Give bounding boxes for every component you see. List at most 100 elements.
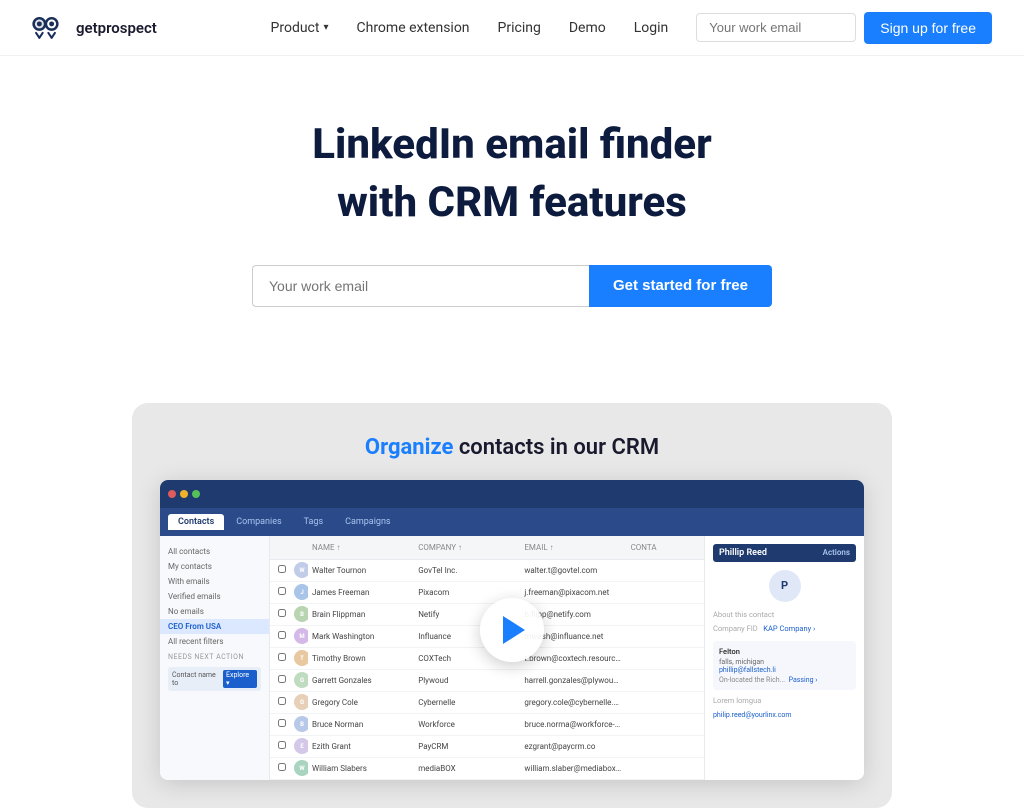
table-row[interactable]: EEzith GrantPayCRMezgrant@paycrm.co bbox=[270, 736, 704, 758]
logo-text: getprospect bbox=[76, 19, 157, 37]
tab-companies[interactable]: Companies bbox=[226, 514, 291, 530]
chevron-down-icon: ▾ bbox=[323, 22, 328, 33]
contact-name: Ezith Grant bbox=[308, 742, 414, 751]
video-section: Organize contacts in our CRM Contacts Co… bbox=[132, 403, 892, 808]
sidebar-all-recent-filters[interactable]: All recent filters bbox=[160, 634, 269, 649]
contact-email: bruce.norma@workforce-usa.com bbox=[520, 720, 626, 729]
panel-linkedin: philip.reed@yourlinx.com bbox=[713, 710, 856, 721]
table-row[interactable]: TTimothy BrownCOXTecht.brown@coxtech.res… bbox=[270, 648, 704, 670]
col-email: EMAIL ↑ bbox=[520, 543, 626, 552]
sidebar-action-widget[interactable]: Contact name to Explore ▾ bbox=[168, 667, 261, 691]
play-button[interactable] bbox=[480, 598, 544, 662]
panel-status-box: Felton falls, michigan phillip@fallstech… bbox=[713, 641, 856, 690]
sidebar-verified-emails[interactable]: Verified emails bbox=[160, 589, 269, 604]
contact-email: walter.t@govtel.com bbox=[520, 566, 626, 575]
contact-company: mediaBOX bbox=[414, 764, 520, 773]
row-checkbox[interactable] bbox=[278, 565, 286, 573]
row-checkbox[interactable] bbox=[278, 741, 286, 749]
outer-container: Organize contacts in our CRM Contacts Co… bbox=[0, 403, 1024, 808]
contact-name: Brain Flippman bbox=[308, 610, 414, 619]
row-checkbox[interactable] bbox=[278, 631, 286, 639]
nav-chrome-extension[interactable]: Chrome extension bbox=[357, 20, 470, 36]
tab-contacts[interactable]: Contacts bbox=[168, 514, 224, 530]
nav-demo[interactable]: Demo bbox=[569, 20, 606, 36]
contact-email: gregory.cole@cybernelle.com bbox=[520, 698, 626, 707]
contact-name: Gregory Cole bbox=[308, 698, 414, 707]
hero-title-line2: with CRM features bbox=[20, 178, 1004, 228]
table-row[interactable]: WWilliam SlabersmediaBOXwilliam.slaber@m… bbox=[270, 758, 704, 780]
crm-top-bar bbox=[160, 480, 864, 508]
contact-email: harrell.gonzales@plywoud.me bbox=[520, 676, 626, 685]
contact-email: j.freeman@pixacom.net bbox=[520, 588, 626, 597]
panel-company-fid: Company FID KAP Company › bbox=[713, 624, 856, 635]
contact-company: Pixacom bbox=[414, 588, 520, 597]
contact-name: Timothy Brown bbox=[308, 654, 414, 663]
table-row[interactable]: JJames FreemanPixacomj.freeman@pixacom.n… bbox=[270, 582, 704, 604]
crm-right-panel: Phillip Reed Actions P About this contac… bbox=[704, 536, 864, 780]
crm-sidebar: All contacts My contacts With emails Ver… bbox=[160, 536, 270, 780]
col-company: COMPANY ↑ bbox=[414, 543, 520, 552]
col-name: NAME ↑ bbox=[308, 543, 414, 552]
contact-email: ezgrant@paycrm.co bbox=[520, 742, 626, 751]
row-checkbox[interactable] bbox=[278, 653, 286, 661]
contact-company: GovTel Inc. bbox=[414, 566, 520, 575]
window-close-dot bbox=[168, 490, 176, 498]
hero-highlight: CRM features bbox=[428, 178, 687, 227]
nav-pricing[interactable]: Pricing bbox=[498, 20, 541, 36]
navbar: getprospect Product ▾ Chrome extension P… bbox=[0, 0, 1024, 56]
nav-links: Product ▾ Chrome extension Pricing Demo … bbox=[271, 20, 669, 36]
contact-company: Plywoud bbox=[414, 676, 520, 685]
logo-area: getprospect bbox=[32, 14, 157, 42]
sidebar-my-contacts[interactable]: My contacts bbox=[160, 559, 269, 574]
row-checkbox[interactable] bbox=[278, 697, 286, 705]
hero-title-line1: LinkedIn email finder bbox=[20, 120, 1004, 170]
nav-login[interactable]: Login bbox=[634, 20, 669, 36]
contact-name: William Slabers bbox=[308, 764, 414, 773]
row-checkbox[interactable] bbox=[278, 587, 286, 595]
contact-name: Garrett Gonzales bbox=[308, 676, 414, 685]
row-checkbox[interactable] bbox=[278, 763, 286, 771]
sidebar-no-emails[interactable]: No emails bbox=[160, 604, 269, 619]
crm-table-header: NAME ↑ COMPANY ↑ EMAIL ↑ CONTA bbox=[270, 536, 704, 560]
avatar: W bbox=[294, 760, 308, 776]
sidebar-all-contacts[interactable]: All contacts bbox=[160, 544, 269, 559]
crm-table-area: NAME ↑ COMPANY ↑ EMAIL ↑ CONTA WWalter T… bbox=[270, 536, 704, 780]
tab-tags[interactable]: Tags bbox=[294, 514, 333, 530]
row-checkbox[interactable] bbox=[278, 609, 286, 617]
table-row[interactable]: BBruce NormanWorkforcebruce.norma@workfo… bbox=[270, 714, 704, 736]
avatar: E bbox=[294, 738, 308, 754]
sidebar-section-label: Needs next action bbox=[160, 649, 269, 663]
table-row[interactable]: WWalter TournonGovTel Inc.walter.t@govte… bbox=[270, 560, 704, 582]
panel-actions[interactable]: Actions bbox=[823, 548, 850, 558]
video-container: Contacts Companies Tags Campaigns All co… bbox=[160, 480, 864, 780]
sidebar-with-emails[interactable]: With emails bbox=[160, 574, 269, 589]
table-row[interactable]: GGregory ColeCybernellegregory.cole@cybe… bbox=[270, 692, 704, 714]
hero-cta-button[interactable]: Get started for free bbox=[589, 265, 772, 307]
table-row[interactable]: GGarrett GonzalesPlywoudharrell.gonzales… bbox=[270, 670, 704, 692]
nav-signup-button[interactable]: Sign up for free bbox=[864, 12, 992, 44]
hero-form: Get started for free bbox=[252, 265, 772, 307]
window-maximize-dot bbox=[192, 490, 200, 498]
hero-email-input[interactable] bbox=[252, 265, 589, 307]
contact-company: Cybernelle bbox=[414, 698, 520, 707]
panel-header: Phillip Reed Actions bbox=[713, 544, 856, 562]
tab-campaigns[interactable]: Campaigns bbox=[335, 514, 400, 530]
sidebar-ceo-from-usa[interactable]: CEO From USA bbox=[160, 619, 269, 634]
contact-email: william.slaber@mediabox.org bbox=[520, 764, 626, 773]
nav-email-input[interactable] bbox=[696, 13, 856, 42]
nav-product[interactable]: Product ▾ bbox=[271, 20, 329, 36]
avatar: M bbox=[294, 628, 308, 644]
panel-avatar: P bbox=[769, 570, 801, 602]
logo-icon bbox=[32, 14, 68, 42]
avatar: J bbox=[294, 584, 308, 600]
panel-company-value[interactable]: KAP Company › bbox=[763, 624, 815, 633]
avatar: W bbox=[294, 562, 308, 578]
window-minimize-dot bbox=[180, 490, 188, 498]
avatar: G bbox=[294, 694, 308, 710]
avatar: B bbox=[294, 716, 308, 732]
contact-company: Workforce bbox=[414, 720, 520, 729]
contact-company: PayCRM bbox=[414, 742, 520, 751]
row-checkbox[interactable] bbox=[278, 719, 286, 727]
contact-name: James Freeman bbox=[308, 588, 414, 597]
row-checkbox[interactable] bbox=[278, 675, 286, 683]
